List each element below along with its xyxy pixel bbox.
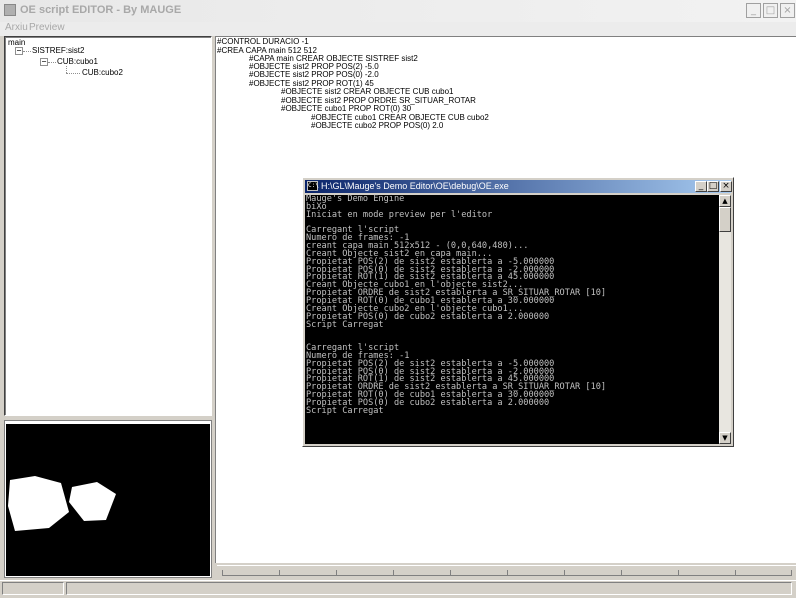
console-line: Script Carregat [306,319,384,330]
code-line[interactable]: #OBJECTE sist2 CREAR OBJECTE CUB cubo1 [281,87,454,96]
tree-connector [23,51,31,52]
timeline-ruler[interactable] [222,568,792,576]
ruler-tick [735,570,736,575]
console-title: H:\GL\Mauge's Demo Editor\OE\debug\OE.ex… [321,181,509,191]
ruler-tick [222,570,223,575]
menu-bar: Arxiu Preview [0,22,796,36]
console-scrollbar[interactable] [719,195,731,444]
scroll-up-icon[interactable]: ▲ [719,195,731,207]
ruler-tick [791,570,792,575]
scroll-down-icon[interactable]: ▼ [719,432,731,444]
console-maximize-icon[interactable]: □ [707,181,719,192]
console-icon: C:\ [307,181,319,191]
code-line[interactable]: #OBJECTE cubo2 PROP POS(0) 2.0 [311,121,443,130]
console-line: Mauge's Demo Engine [306,194,405,204]
menu-arxiu[interactable]: Arxiu [5,22,28,33]
tree-connector [48,62,56,63]
preview-canvas[interactable] [6,424,210,576]
ruler-tick [621,570,622,575]
console-line: Iniciat en mode preview per l'editor [306,209,493,220]
ruler-tick [336,570,337,575]
menu-preview[interactable]: Preview [29,22,65,33]
code-line[interactable]: #OBJECTE sist2 PROP POS(0) -2.0 [249,70,379,79]
scroll-thumb[interactable] [719,207,731,232]
minimize-icon[interactable]: _ [746,3,761,18]
console-line: Script Carregat [306,405,384,416]
object-tree[interactable] [4,36,212,416]
tree-expander-sist2[interactable]: − [15,47,23,55]
cube-shape-1 [8,476,69,531]
ruler-tick [279,570,280,575]
status-cell [2,582,64,595]
ruler-tick [507,570,508,575]
maximize-icon[interactable]: □ [763,3,778,18]
tree-connector [66,73,80,74]
tree-connector [66,66,67,73]
tree-item-sist2[interactable]: SISTREF:sist2 [32,46,84,55]
code-line[interactable]: #OBJECTE cubo1 PROP ROT(0) 30 [281,104,411,113]
app-icon [4,4,16,16]
console-lines: Mauge's Demo Engine biXo Iniciat en mode p… [306,194,718,416]
ruler-tick [393,570,394,575]
console-close-icon[interactable]: × [720,181,732,192]
tree-item-cubo1[interactable]: CUB:cubo1 [57,57,98,66]
tree-expander-cubo1[interactable]: − [40,58,48,66]
cube-shape-2 [69,482,116,521]
close-icon[interactable]: × [780,3,795,18]
app-title: OE script EDITOR - By MAUGE [20,4,182,16]
tree-item-cubo2[interactable]: CUB:cubo2 [82,68,123,77]
console-minimize-icon[interactable]: _ [695,181,707,192]
ruler-tick [564,570,565,575]
ruler-tick [678,570,679,575]
status-cell [66,582,792,595]
ruler-tick [450,570,451,575]
code-line[interactable]: #CONTROL DURACIO -1 [217,37,309,46]
